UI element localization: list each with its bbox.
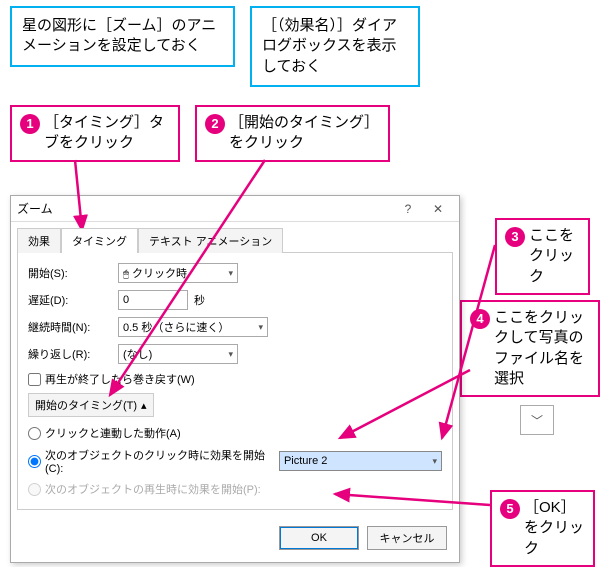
dialog-button-bar: OK キャンセル	[11, 516, 459, 562]
rewind-label: 再生が終了したら巻き戻す(W)	[45, 371, 195, 387]
start-combo[interactable]: 🖱クリック時 ▾	[118, 263, 238, 283]
chevron-down-icon: ▾	[228, 268, 233, 279]
chevron-down-icon: ▾	[432, 456, 437, 467]
callout-step-3: 3 ここをクリック	[495, 218, 590, 295]
duration-value: 0.5 秒（さらに速く）	[123, 319, 229, 335]
duration-label: 継続時間(N):	[28, 319, 118, 335]
tab-panel-timing: 開始(S): 🖱クリック時 ▾ 遅延(D): 0 秒 継続時間(N): 0.5 …	[17, 252, 453, 510]
trigger-object-combo[interactable]: Picture 2 ▾	[279, 451, 442, 471]
dialog-title: ズーム	[17, 200, 393, 217]
radio-label: 次のオブジェクトのクリック時に効果を開始(C):	[45, 447, 273, 475]
callout-text: 星の図形に［ズーム］のアニメーションを設定しておく	[22, 17, 216, 54]
callout-prep-left: 星の図形に［ズーム］のアニメーションを設定しておく	[10, 6, 235, 67]
delay-spinner[interactable]: 0	[118, 290, 188, 310]
radio-start-on-object-click[interactable]	[28, 455, 41, 468]
chevron-down-icon: ▾	[228, 349, 233, 360]
start-value: クリック時	[132, 268, 187, 280]
callout-prep-right: ［（効果名）］ダイアログボックスを表示しておく	[250, 6, 420, 87]
repeat-combo[interactable]: (なし) ▾	[118, 344, 238, 364]
callout-step-2: 2 ［開始のタイミング］をクリック	[195, 105, 390, 162]
dialog-titlebar: ズーム ? ✕	[11, 196, 459, 222]
step-text: ［タイミング］タブをクリック	[44, 113, 170, 154]
step-badge: 2	[205, 114, 225, 134]
step-text: ここをクリックして写真のファイル名を選択	[494, 308, 590, 389]
delay-label: 遅延(D):	[28, 292, 118, 308]
repeat-label: 繰り返し(R):	[28, 346, 118, 362]
ok-button[interactable]: OK	[279, 526, 359, 550]
mouse-icon: 🖱	[123, 269, 129, 280]
callout-text: ［（効果名）］ダイアログボックスを表示しておく	[262, 17, 397, 75]
radio-start-on-object-play	[28, 483, 41, 496]
callout-step-4: 4 ここをクリックして写真のファイル名を選択	[460, 300, 600, 397]
collapse-icon: ▴	[141, 399, 147, 412]
repeat-value: (なし)	[123, 346, 152, 362]
zoom-dialog: ズーム ? ✕ 効果 タイミング テキスト アニメーション 開始(S): 🖱クリ…	[10, 195, 460, 563]
radio-animate-on-click[interactable]	[28, 427, 41, 440]
step-badge: 4	[470, 309, 490, 329]
step-badge: 1	[20, 114, 40, 134]
dropdown-hint-box: ﹀	[520, 405, 554, 435]
close-button[interactable]: ✕	[423, 202, 453, 216]
step-text: ［OK］をクリック	[524, 498, 585, 559]
rewind-checkbox[interactable]	[28, 373, 41, 386]
step-badge: 5	[500, 499, 520, 519]
radio-label: クリックと連動した動作(A)	[45, 425, 181, 441]
trigger-object-value: Picture 2	[284, 455, 327, 467]
tab-strip: 効果 タイミング テキスト アニメーション	[11, 222, 459, 253]
delay-value: 0	[123, 294, 129, 306]
trigger-btn-label: 開始のタイミング(T)	[35, 397, 137, 413]
callout-step-1: 1 ［タイミング］タブをクリック	[10, 105, 180, 162]
step-text: ここをクリック	[529, 226, 580, 287]
duration-combo[interactable]: 0.5 秒（さらに速く） ▾	[118, 317, 268, 337]
chevron-down-icon: ▾	[258, 322, 263, 333]
cancel-button[interactable]: キャンセル	[367, 526, 447, 550]
delay-unit: 秒	[194, 292, 205, 308]
help-button[interactable]: ?	[393, 202, 423, 216]
tab-timing[interactable]: タイミング	[61, 228, 138, 253]
radio-label: 次のオブジェクトの再生時に効果を開始(P):	[45, 481, 261, 497]
callout-step-5: 5 ［OK］をクリック	[490, 490, 595, 567]
tab-text-animation[interactable]: テキスト アニメーション	[138, 228, 283, 253]
step-text: ［開始のタイミング］をクリック	[229, 113, 380, 154]
trigger-expand-button[interactable]: 開始のタイミング(T) ▴	[28, 393, 154, 417]
step-badge: 3	[505, 227, 525, 247]
chevron-down-icon: ﹀	[531, 412, 543, 429]
tab-effect[interactable]: 効果	[17, 228, 61, 253]
start-label: 開始(S):	[28, 265, 118, 281]
